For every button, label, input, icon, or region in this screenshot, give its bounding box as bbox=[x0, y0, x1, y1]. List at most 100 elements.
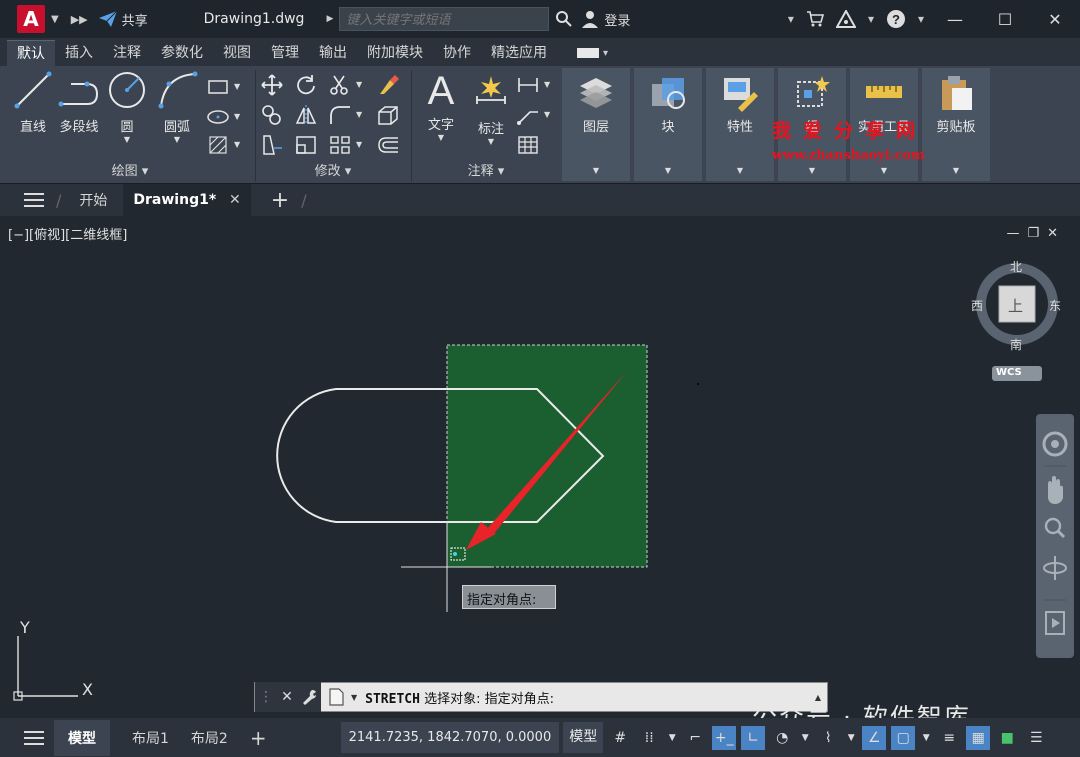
scale-icon[interactable] bbox=[294, 134, 318, 156]
transparency-icon[interactable]: ▦ bbox=[966, 725, 991, 750]
close-tab-icon[interactable]: ✕ bbox=[229, 192, 241, 208]
file-tab-menu-icon[interactable] bbox=[24, 189, 44, 211]
linear-dimension-dropdown-icon[interactable]: ▼ bbox=[544, 80, 550, 89]
table-icon[interactable] bbox=[516, 134, 540, 156]
new-tab-button[interactable]: + bbox=[271, 188, 289, 213]
search-input[interactable] bbox=[339, 7, 550, 31]
3d-box-icon[interactable] bbox=[376, 104, 400, 126]
tab-layout1[interactable]: 布局1 bbox=[132, 728, 169, 748]
fillet-icon[interactable] bbox=[328, 104, 352, 126]
offset-icon[interactable] bbox=[376, 134, 400, 156]
dimension-tool[interactable]: 标注 ▼ bbox=[466, 70, 516, 146]
properties-panel[interactable]: 特性 ▼ bbox=[706, 68, 774, 181]
command-line[interactable]: ⋮ ✕ ▼ STRETCH 选择对象: 指定对角点: ▲ bbox=[254, 682, 828, 712]
share-button[interactable]: 共享 bbox=[98, 10, 148, 29]
wrench-icon[interactable] bbox=[301, 689, 317, 705]
text-dropdown-icon[interactable]: ▼ bbox=[416, 133, 466, 142]
line-tool[interactable]: 直线 bbox=[8, 70, 58, 135]
panel-annotation-title[interactable]: 注释 ▾ bbox=[412, 162, 560, 182]
dimension-dropdown-icon[interactable]: ▼ bbox=[466, 137, 516, 146]
customization-menu-icon[interactable]: ☰ bbox=[1024, 726, 1048, 750]
rectangle-dropdown-icon[interactable]: ▼ bbox=[234, 82, 240, 91]
infer-constraints-icon[interactable]: ⌐ bbox=[683, 726, 707, 750]
minimize-button[interactable]: — bbox=[930, 10, 980, 29]
ribbon-tab-collaborate[interactable]: 协作 bbox=[433, 40, 481, 66]
viewcube-south[interactable]: 南 bbox=[1010, 336, 1022, 353]
block-dropdown-icon[interactable]: ▼ bbox=[634, 166, 702, 175]
ribbon-display-toggle[interactable]: ▾ bbox=[577, 40, 608, 66]
drawing-canvas[interactable] bbox=[0, 216, 1080, 714]
steering-wheel-icon[interactable] bbox=[1042, 431, 1068, 457]
hatch-dropdown-icon[interactable]: ▼ bbox=[234, 140, 240, 149]
trim-dropdown-icon[interactable]: ▼ bbox=[356, 80, 362, 89]
dynamic-input-icon[interactable]: +_ bbox=[712, 725, 737, 750]
array-icon[interactable] bbox=[328, 134, 352, 156]
ellipse-icon[interactable] bbox=[206, 106, 230, 128]
lineweight-icon[interactable]: ≡ bbox=[937, 726, 961, 750]
move-icon[interactable] bbox=[260, 74, 284, 96]
rectangle-icon[interactable] bbox=[206, 76, 230, 98]
ribbon-tab-annotate[interactable]: 注释 bbox=[103, 40, 151, 66]
layout-menu-icon[interactable] bbox=[24, 727, 44, 749]
connect-dropdown-icon[interactable]: ▾ bbox=[868, 12, 874, 26]
erase-icon[interactable] bbox=[376, 74, 400, 96]
autocad-logo[interactable]: A bbox=[17, 5, 45, 33]
ribbon-tab-view[interactable]: 视图 bbox=[213, 40, 261, 66]
copy-icon[interactable] bbox=[260, 104, 284, 126]
circle-dropdown-icon[interactable]: ▼ bbox=[102, 135, 152, 144]
tab-layout2[interactable]: 布局2 bbox=[191, 728, 228, 748]
polar-tracking-icon[interactable]: ◔ bbox=[770, 726, 794, 750]
clipboard-dropdown-icon[interactable]: ▼ bbox=[922, 166, 990, 175]
snap-dropdown-icon[interactable]: ▼ bbox=[666, 726, 678, 750]
clipboard-panel[interactable]: 剪贴板 ▼ bbox=[922, 68, 990, 181]
search-expand-icon[interactable]: ▶ bbox=[326, 14, 333, 24]
showmotion-icon[interactable] bbox=[1045, 611, 1065, 635]
maximize-button[interactable]: ☐ bbox=[980, 10, 1030, 29]
layers-panel[interactable]: 图层 ▼ bbox=[562, 68, 630, 181]
ortho-icon[interactable]: ∟ bbox=[741, 725, 766, 750]
object-snap-tracking-icon[interactable]: ∠ bbox=[862, 725, 887, 750]
panel-draw-title[interactable]: 绘图 ▾ bbox=[6, 162, 254, 182]
text-tool[interactable]: A 文字 ▼ bbox=[416, 70, 466, 142]
circle-tool[interactable]: 圆 ▼ bbox=[102, 70, 152, 144]
tab-drawing1[interactable]: Drawing1* ✕ bbox=[123, 184, 251, 216]
close-command-line-icon[interactable]: ✕ bbox=[281, 689, 293, 705]
block-panel[interactable]: 块 ▼ bbox=[634, 68, 702, 181]
fillet-dropdown-icon[interactable]: ▼ bbox=[356, 110, 362, 119]
orbit-icon[interactable] bbox=[1043, 556, 1067, 580]
login-button[interactable]: 登录 bbox=[581, 10, 630, 29]
ribbon-tab-insert[interactable]: 插入 bbox=[55, 40, 103, 66]
new-layout-button[interactable]: + bbox=[250, 726, 267, 750]
array-dropdown-icon[interactable]: ▼ bbox=[356, 140, 362, 149]
ribbon-tab-default[interactable]: 默认 bbox=[7, 40, 55, 66]
trim-icon[interactable] bbox=[328, 74, 352, 96]
isodraft-dropdown-icon[interactable]: ▼ bbox=[845, 726, 857, 750]
mirror-icon[interactable] bbox=[294, 104, 318, 126]
tab-start[interactable]: 开始 bbox=[79, 190, 107, 210]
ribbon-tab-featured-apps[interactable]: 精选应用 bbox=[481, 40, 557, 66]
arc-tool[interactable]: 圆弧 ▼ bbox=[152, 70, 202, 144]
linear-dimension-icon[interactable] bbox=[516, 74, 540, 96]
polyline-tool[interactable]: 多段线 bbox=[54, 70, 104, 135]
object-snap-icon[interactable]: ▢ bbox=[891, 725, 916, 750]
ribbon-tab-parametric[interactable]: 参数化 bbox=[151, 40, 213, 66]
grid-icon[interactable]: # bbox=[608, 726, 632, 750]
polar-dropdown-icon[interactable]: ▼ bbox=[799, 726, 811, 750]
leader-dropdown-icon[interactable]: ▼ bbox=[544, 110, 550, 119]
viewcube-east[interactable]: 东 bbox=[1049, 297, 1061, 314]
ribbon-tab-addins[interactable]: 附加模块 bbox=[357, 40, 433, 66]
recent-commands-dropdown-icon[interactable]: ▼ bbox=[351, 693, 357, 702]
drawing-viewport[interactable]: [−][俯视][二维线框] —❐✕ Y X 北 南 东 西 上 WCS 指定对角… bbox=[0, 216, 1080, 714]
close-window-button[interactable]: ✕ bbox=[1030, 10, 1080, 29]
model-space-toggle[interactable]: 模型 bbox=[563, 722, 604, 753]
ribbon-tab-output[interactable]: 输出 bbox=[309, 40, 357, 66]
app-menu-dropdown-icon[interactable]: ▼ bbox=[51, 14, 59, 25]
isodraft-icon[interactable]: ⌇ bbox=[816, 726, 840, 750]
leader-icon[interactable] bbox=[516, 104, 540, 126]
navigation-bar[interactable] bbox=[1036, 414, 1074, 658]
pan-hand-icon[interactable] bbox=[1048, 476, 1063, 504]
selection-cycling-icon[interactable]: ■ bbox=[995, 726, 1019, 750]
search-icon[interactable] bbox=[555, 10, 573, 28]
arc-dropdown-icon[interactable]: ▼ bbox=[152, 135, 202, 144]
command-line-text[interactable]: STRETCH 选择对象: 指定对角点: bbox=[365, 688, 554, 707]
